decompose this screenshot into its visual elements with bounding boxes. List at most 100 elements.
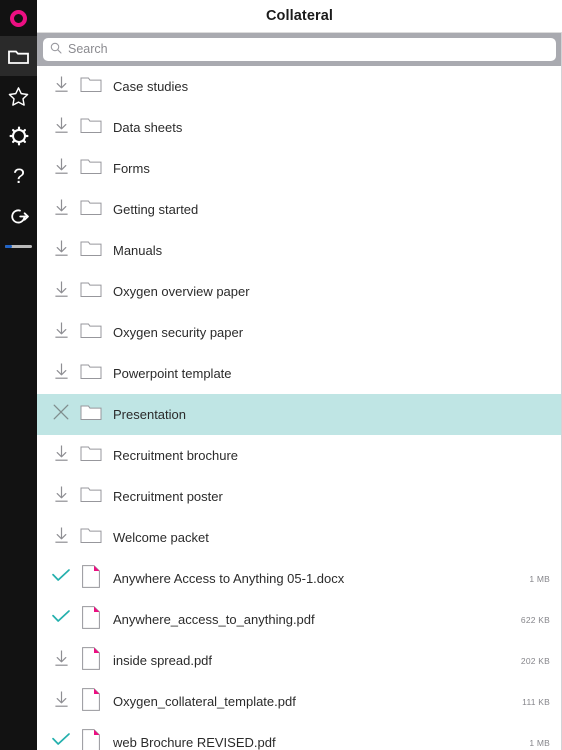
folder-row[interactable]: Case studies <box>37 66 562 107</box>
row-size: 111 KB <box>522 696 550 707</box>
search-placeholder: Search <box>68 42 108 57</box>
file-icon <box>82 728 100 750</box>
row-label: Presentation <box>113 407 186 422</box>
folder-row[interactable]: Oxygen security paper <box>37 312 562 353</box>
row-size: 1 MB <box>529 573 550 584</box>
row-action-button[interactable] <box>46 526 76 550</box>
row-size: 622 KB <box>520 614 550 625</box>
folder-row[interactable]: Getting started <box>37 189 562 230</box>
row-action-button[interactable] <box>46 75 76 99</box>
download-icon <box>52 649 71 673</box>
file-row[interactable]: inside spread.pdf 202 KB <box>37 640 562 681</box>
row-action-button[interactable] <box>46 568 76 589</box>
app-logo[interactable] <box>0 0 37 36</box>
row-label: Welcome packet <box>113 530 209 545</box>
folder-thumb <box>76 239 106 262</box>
folder-row[interactable]: Powerpoint template <box>37 353 562 394</box>
row-label: Manuals <box>113 243 163 258</box>
storage-meter <box>0 236 37 256</box>
folder-thumb <box>76 280 106 303</box>
main-panel: Collateral Search Case studies Data sheet… <box>37 0 562 750</box>
download-icon <box>52 157 71 181</box>
row-action-button[interactable] <box>46 690 76 714</box>
folder-icon <box>80 116 102 139</box>
file-list[interactable]: Case studies Data sheets Forms Getting star… <box>37 66 562 750</box>
folder-thumb <box>76 444 106 467</box>
file-row[interactable]: web Brochure REVISED.pdf 1 MB <box>37 722 562 750</box>
row-action-button[interactable] <box>46 403 76 426</box>
download-icon <box>52 116 71 140</box>
folder-icon <box>80 280 102 303</box>
download-icon <box>52 362 71 386</box>
folder-thumb <box>76 526 106 549</box>
row-label: Oxygen overview paper <box>113 284 250 299</box>
row-action-button[interactable] <box>46 362 76 386</box>
row-action-button[interactable] <box>46 321 76 345</box>
sidebar-item-settings[interactable] <box>0 116 37 156</box>
file-row[interactable]: Oxygen_collateral_template.pdf 111 KB <box>37 681 562 722</box>
sidebar-item-help[interactable]: ? <box>0 156 37 196</box>
folder-icon <box>80 239 102 262</box>
folder-icon <box>80 198 102 221</box>
sidebar-item-logout[interactable] <box>0 196 37 236</box>
search-bar: Search <box>37 33 562 66</box>
row-label: inside spread.pdf <box>113 653 213 668</box>
download-icon <box>52 526 71 550</box>
folder-row[interactable]: Recruitment brochure <box>37 435 562 476</box>
gear-icon <box>9 126 29 146</box>
row-action-button[interactable] <box>46 198 76 222</box>
row-label: Anywhere Access to Anything 05-1.docx <box>113 571 345 586</box>
row-label: Getting started <box>113 202 199 217</box>
folder-row[interactable]: Welcome packet <box>37 517 562 558</box>
logout-icon <box>8 208 30 225</box>
row-label: Data sheets <box>113 120 183 135</box>
svg-text:?: ? <box>13 165 25 187</box>
row-action-button[interactable] <box>46 732 76 750</box>
question-icon: ? <box>12 165 26 187</box>
app-window: ? Collateral Search Case studies Data sh… <box>0 0 562 750</box>
download-icon <box>52 321 71 345</box>
file-row[interactable]: Anywhere Access to Anything 05-1.docx 1 M… <box>37 558 562 599</box>
download-icon <box>52 444 71 468</box>
row-action-button[interactable] <box>46 649 76 673</box>
row-action-button[interactable] <box>46 116 76 140</box>
row-label: Case studies <box>113 79 189 94</box>
file-thumb <box>76 687 106 716</box>
folder-row[interactable]: Oxygen overview paper <box>37 271 562 312</box>
file-thumb <box>76 605 106 634</box>
row-size: 1 MB <box>529 737 550 748</box>
folder-icon <box>80 403 102 426</box>
download-icon <box>52 690 71 714</box>
row-action-button[interactable] <box>46 157 76 181</box>
row-label: Oxygen security paper <box>113 325 244 340</box>
folder-row[interactable]: Manuals <box>37 230 562 271</box>
folder-row[interactable]: Recruitment poster <box>37 476 562 517</box>
file-row[interactable]: Anywhere_access_to_anything.pdf 622 KB <box>37 599 562 640</box>
check-icon <box>51 568 71 589</box>
row-action-button[interactable] <box>46 444 76 468</box>
row-label: Recruitment poster <box>113 489 223 504</box>
title-bar: Collateral <box>37 0 562 33</box>
search-input[interactable]: Search <box>43 38 556 61</box>
row-action-button[interactable] <box>46 485 76 509</box>
folder-row[interactable]: Data sheets <box>37 107 562 148</box>
sidebar-item-favorites[interactable] <box>0 76 37 116</box>
folder-icon <box>80 321 102 344</box>
file-thumb <box>76 564 106 593</box>
file-icon <box>82 646 100 675</box>
folder-thumb <box>76 362 106 385</box>
file-thumb <box>76 728 106 750</box>
oxygen-logo-icon <box>10 9 27 27</box>
sidebar-item-files[interactable] <box>0 36 37 76</box>
file-icon <box>82 687 100 716</box>
row-action-button[interactable] <box>46 239 76 263</box>
folder-thumb <box>76 198 106 221</box>
folder-row[interactable]: Forms <box>37 148 562 189</box>
folder-thumb <box>76 75 106 98</box>
row-action-button[interactable] <box>46 609 76 630</box>
check-icon <box>51 609 71 630</box>
folder-thumb <box>76 485 106 508</box>
folder-row[interactable]: Presentation <box>37 394 562 435</box>
folder-icon <box>80 157 102 180</box>
row-action-button[interactable] <box>46 280 76 304</box>
